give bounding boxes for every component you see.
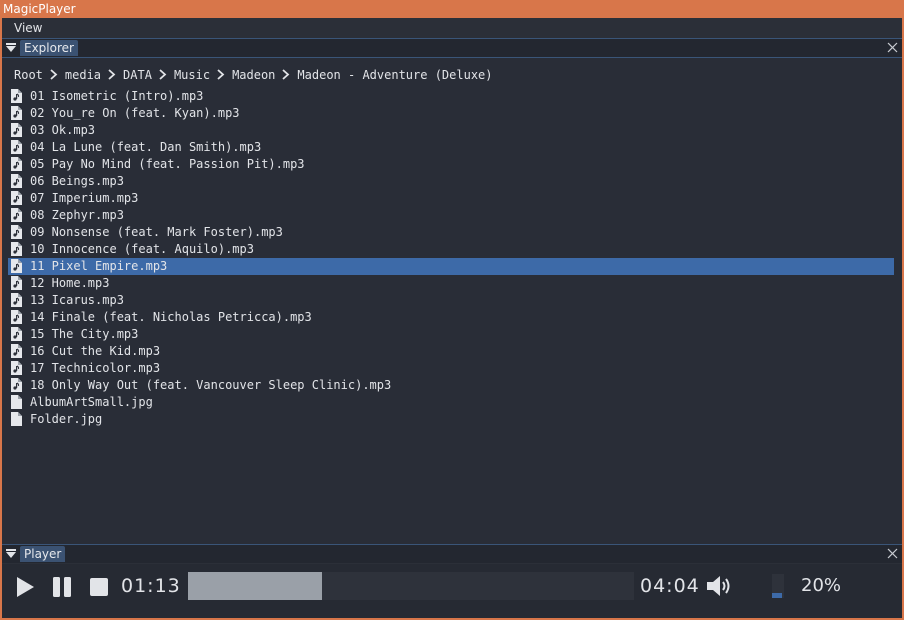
file-row[interactable]: 14 Finale (feat. Nicholas Petricca).mp3 <box>8 309 894 326</box>
volume-percent: 20% <box>801 575 842 596</box>
audio-file-icon <box>11 361 22 375</box>
file-row[interactable]: 05 Pay No Mind (feat. Passion Pit).mp3 <box>8 156 894 173</box>
file-name: 09 Nonsense (feat. Mark Foster).mp3 <box>30 225 283 239</box>
close-icon[interactable] <box>887 548 898 559</box>
file-name: 11 Pixel Empire.mp3 <box>30 259 168 273</box>
explorer-panel: Root media DATA Music Madeon Madeon - Adventu… <box>2 57 902 544</box>
audio-file-icon <box>11 89 22 103</box>
pause-icon[interactable] <box>52 576 72 598</box>
breadcrumb-item[interactable]: Music <box>174 68 210 82</box>
file-row[interactable]: 12 Home.mp3 <box>8 275 894 292</box>
breadcrumb-item[interactable]: Madeon <box>232 68 275 82</box>
audio-file-icon <box>11 293 22 307</box>
progress-bar[interactable] <box>188 572 634 600</box>
file-name: 13 Icarus.mp3 <box>30 293 124 307</box>
audio-file-icon <box>11 310 22 324</box>
file-name: 07 Imperium.mp3 <box>30 191 139 205</box>
file-name: 18 Only Way Out (feat. Vancouver Sleep C… <box>30 378 392 392</box>
tab-explorer[interactable]: Explorer <box>20 40 78 56</box>
file-icon <box>11 412 22 426</box>
chevron-right-icon <box>275 67 297 83</box>
file-row[interactable]: Folder.jpg <box>8 411 894 428</box>
breadcrumb-item[interactable]: media <box>65 68 101 82</box>
file-row[interactable]: 07 Imperium.mp3 <box>8 190 894 207</box>
file-row[interactable]: 08 Zephyr.mp3 <box>8 207 894 224</box>
file-row[interactable]: 11 Pixel Empire.mp3 <box>8 258 894 275</box>
file-name: AlbumArtSmall.jpg <box>30 395 153 409</box>
triangle-down-icon[interactable] <box>6 549 16 559</box>
play-icon[interactable] <box>15 576 35 598</box>
chevron-right-icon <box>101 67 123 83</box>
audio-file-icon <box>11 242 22 256</box>
file-row[interactable]: 02 You_re On (feat. Kyan).mp3 <box>8 105 894 122</box>
chevron-right-icon <box>210 67 232 83</box>
file-name: 16 Cut the Kid.mp3 <box>30 344 161 358</box>
file-name: 10 Innocence (feat. Aquilo).mp3 <box>30 242 254 256</box>
stop-icon[interactable] <box>89 576 109 598</box>
breadcrumb-item[interactable]: Root <box>14 68 43 82</box>
file-name: 05 Pay No Mind (feat. Passion Pit).mp3 <box>30 157 305 171</box>
menu-view[interactable]: View <box>14 18 42 38</box>
audio-file-icon <box>11 106 22 120</box>
audio-file-icon <box>11 378 22 392</box>
file-row[interactable]: 17 Technicolor.mp3 <box>8 360 894 377</box>
breadcrumb: Root media DATA Music Madeon Madeon - Adventu… <box>14 67 493 83</box>
file-name: Folder.jpg <box>30 412 103 426</box>
file-row[interactable]: 15 The City.mp3 <box>8 326 894 343</box>
audio-file-icon <box>11 225 22 239</box>
audio-file-icon <box>11 191 22 205</box>
speaker-icon[interactable] <box>706 575 734 597</box>
close-icon[interactable] <box>887 42 898 53</box>
file-row[interactable]: AlbumArtSmall.jpg <box>8 394 894 411</box>
triangle-down-icon[interactable] <box>6 43 16 53</box>
audio-file-icon <box>11 140 22 154</box>
file-row[interactable]: 18 Only Way Out (feat. Vancouver Sleep C… <box>8 377 894 394</box>
audio-file-icon <box>11 327 22 341</box>
file-row[interactable]: 16 Cut the Kid.mp3 <box>8 343 894 360</box>
audio-file-icon <box>11 276 22 290</box>
file-name: 12 Home.mp3 <box>30 276 110 290</box>
progress-fill <box>188 572 322 600</box>
file-name: 04 La Lune (feat. Dan Smith).mp3 <box>30 140 262 154</box>
file-list: 01 Isometric (Intro).mp3 02 You_re On (fe… <box>8 88 894 428</box>
file-row[interactable]: 04 La Lune (feat. Dan Smith).mp3 <box>8 139 894 156</box>
audio-file-icon <box>11 208 22 222</box>
file-name: 14 Finale (feat. Nicholas Petricca).mp3 <box>30 310 312 324</box>
breadcrumb-item[interactable]: Madeon - Adventure (Deluxe) <box>297 68 492 82</box>
tab-player[interactable]: Player <box>20 546 66 562</box>
file-row[interactable]: 06 Beings.mp3 <box>8 173 894 190</box>
window-title-bar: MagicPlayer <box>0 0 904 18</box>
file-row[interactable]: 09 Nonsense (feat. Mark Foster).mp3 <box>8 224 894 241</box>
file-row[interactable]: 10 Innocence (feat. Aquilo).mp3 <box>8 241 894 258</box>
elapsed-time: 01:13 <box>121 575 181 597</box>
audio-file-icon <box>11 157 22 171</box>
window-title: MagicPlayer <box>3 2 76 16</box>
file-name: 17 Technicolor.mp3 <box>30 361 161 375</box>
file-row[interactable]: 01 Isometric (Intro).mp3 <box>8 88 894 105</box>
file-name: 01 Isometric (Intro).mp3 <box>30 89 204 103</box>
player-panel: 01:13 04:04 20% <box>2 564 902 618</box>
file-name: 06 Beings.mp3 <box>30 174 124 188</box>
file-row[interactable]: 03 Ok.mp3 <box>8 122 894 139</box>
player-panel-header: Player <box>2 544 902 563</box>
file-name: 08 Zephyr.mp3 <box>30 208 124 222</box>
file-icon <box>11 395 22 409</box>
audio-file-icon <box>11 344 22 358</box>
duration-time: 04:04 <box>640 575 700 597</box>
file-name: 02 You_re On (feat. Kyan).mp3 <box>30 106 240 120</box>
chevron-right-icon <box>43 67 65 83</box>
file-name: 15 The City.mp3 <box>30 327 139 341</box>
audio-file-icon <box>11 123 22 137</box>
volume-slider[interactable] <box>772 574 784 598</box>
volume-fill <box>772 593 782 598</box>
file-name: 03 Ok.mp3 <box>30 123 96 137</box>
menubar: View <box>2 18 902 38</box>
chevron-right-icon <box>152 67 174 83</box>
explorer-panel-header: Explorer <box>2 38 902 57</box>
audio-file-icon <box>11 259 22 273</box>
file-row[interactable]: 13 Icarus.mp3 <box>8 292 894 309</box>
audio-file-icon <box>11 174 22 188</box>
breadcrumb-item[interactable]: DATA <box>123 68 152 82</box>
app-frame: View Explorer Root media DATA Music Madeon Ma… <box>2 18 902 618</box>
